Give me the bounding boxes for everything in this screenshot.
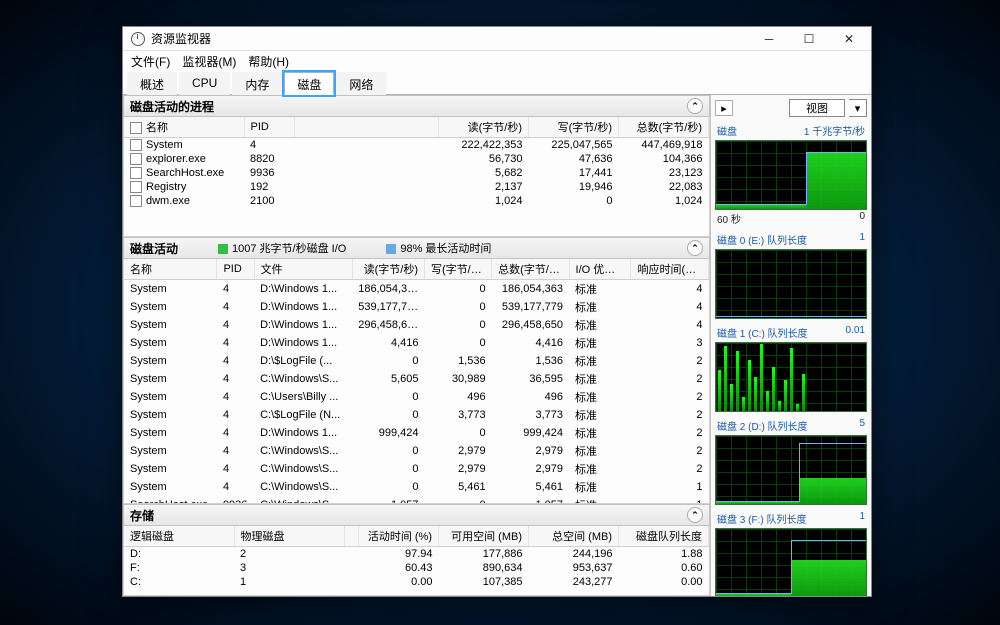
- tabstrip: 概述 CPU 内存 磁盘 网络: [123, 71, 871, 95]
- menu-help[interactable]: 帮助(H): [248, 53, 289, 70]
- col-write[interactable]: 写(字节/秒): [529, 117, 619, 138]
- legend-green-icon: [218, 244, 228, 254]
- col-priority[interactable]: I/O 优先级: [569, 259, 631, 280]
- table-row[interactable]: System4C:\Windows\S...02,9792,979标准2: [124, 460, 709, 478]
- table-row[interactable]: System4D:\Windows 1...186,054,3630186,05…: [124, 280, 709, 299]
- menu-file[interactable]: 文件(F): [131, 53, 170, 70]
- section-activity-title: 磁盘活动: [130, 240, 178, 257]
- mini-chart: 磁盘 0 (E:) 队列长度1: [715, 232, 867, 319]
- mini-chart: 磁盘 1 (C:) 队列长度0.01: [715, 325, 867, 412]
- legend-blue-icon: [386, 244, 396, 254]
- collapse-arrow-icon[interactable]: ▸: [715, 100, 733, 116]
- checkbox-icon[interactable]: [130, 153, 142, 165]
- tab-cpu[interactable]: CPU: [179, 72, 230, 95]
- checkbox-icon[interactable]: [130, 122, 142, 134]
- table-row[interactable]: System4C:\Windows\S...05,4615,461标准1: [124, 478, 709, 496]
- col-total[interactable]: 总数(字节/秒): [619, 117, 709, 138]
- col-name[interactable]: 名称: [124, 117, 244, 138]
- mini-chart: 磁盘 3 (F:) 队列长度1: [715, 511, 867, 596]
- col-pid[interactable]: PID: [217, 259, 254, 280]
- table-row[interactable]: System4D:\$LogFile (...01,5361,536标准2: [124, 352, 709, 370]
- col-file[interactable]: 文件: [254, 259, 352, 280]
- table-row[interactable]: dwm.exe21001,02401,024: [124, 194, 709, 208]
- processes-table: 名称 PID 读(字节/秒) 写(字节/秒) 总数(字节/秒) System42…: [124, 117, 709, 208]
- table-row[interactable]: SearchHost.exe99365,68217,44123,123: [124, 166, 709, 180]
- minimize-button[interactable]: ─: [749, 27, 789, 51]
- col-free[interactable]: 可用空间 (MB): [439, 526, 529, 547]
- table-row[interactable]: System4D:\Windows 1...999,4240999,424标准2: [124, 424, 709, 442]
- col-pid[interactable]: PID: [244, 117, 294, 138]
- window-title: 资源监视器: [151, 30, 211, 47]
- col-read[interactable]: 读(字节/秒): [352, 259, 424, 280]
- tab-overview[interactable]: 概述: [127, 72, 177, 95]
- titlebar[interactable]: 资源监视器 ─ ☐ ✕: [123, 27, 871, 51]
- checkbox-icon[interactable]: [130, 167, 142, 179]
- chevron-up-icon[interactable]: ⌃: [687, 240, 703, 256]
- section-processes-header[interactable]: 磁盘活动的进程 ⌃: [123, 95, 710, 117]
- table-row[interactable]: System4D:\Windows 1...4,41604,416标准3: [124, 334, 709, 352]
- menubar: 文件(F) 监视器(M) 帮助(H): [123, 51, 871, 71]
- col-queue[interactable]: 磁盘队列长度: [619, 526, 709, 547]
- tab-disk[interactable]: 磁盘: [284, 72, 334, 95]
- col-name[interactable]: 名称: [124, 259, 217, 280]
- chevron-up-icon[interactable]: ⌃: [687, 507, 703, 523]
- checkbox-icon[interactable]: [130, 181, 142, 193]
- col-read[interactable]: 读(字节/秒): [439, 117, 529, 138]
- table-row[interactable]: System4C:\$LogFile (N...03,7733,773标准2: [124, 406, 709, 424]
- maximize-button[interactable]: ☐: [789, 27, 829, 51]
- chevron-down-icon[interactable]: ▾: [849, 99, 867, 117]
- close-button[interactable]: ✕: [829, 27, 869, 51]
- section-storage-title: 存储: [130, 507, 154, 524]
- section-processes-title: 磁盘活动的进程: [130, 98, 214, 115]
- col-write[interactable]: 写(字节/秒): [424, 259, 491, 280]
- chevron-up-icon[interactable]: ⌃: [687, 98, 703, 114]
- table-row[interactable]: F:360.43890,634953,6370.60: [124, 561, 709, 575]
- col-physical[interactable]: 物理磁盘: [234, 526, 344, 547]
- activity-table: 名称 PID 文件 读(字节/秒) 写(字节/秒) 总数(字节/秒) I/O 优…: [124, 259, 709, 504]
- section-activity-header[interactable]: 磁盘活动 1007 兆字节/秒磁盘 I/O 98% 最长活动时间 ⌃: [123, 237, 710, 259]
- checkbox-icon[interactable]: [130, 195, 142, 207]
- col-total[interactable]: 总数(字节/秒): [492, 259, 569, 280]
- col-logical[interactable]: 逻辑磁盘: [124, 526, 234, 547]
- table-row[interactable]: Registry1922,13719,94622,083: [124, 180, 709, 194]
- section-storage-header[interactable]: 存储 ⌃: [123, 504, 710, 526]
- checkbox-icon[interactable]: [130, 139, 142, 151]
- tab-network[interactable]: 网络: [336, 72, 386, 95]
- table-row[interactable]: C:10.00107,385243,2770.00: [124, 575, 709, 589]
- tab-memory[interactable]: 内存: [232, 72, 282, 95]
- storage-table: 逻辑磁盘 物理磁盘 活动时间 (%) 可用空间 (MB) 总空间 (MB) 磁盘…: [124, 526, 709, 589]
- table-row[interactable]: System4222,422,353225,047,565447,469,918: [124, 138, 709, 153]
- menu-monitor[interactable]: 监视器(M): [182, 53, 236, 70]
- col-resp[interactable]: 响应时间(ms): [631, 259, 709, 280]
- col-total[interactable]: 总空间 (MB): [529, 526, 619, 547]
- table-row[interactable]: System4C:\Windows\S...02,9792,979标准2: [124, 442, 709, 460]
- charts-pane: ▸ 视图 ▾ 磁盘1 千兆字节/秒 60 秒0 磁盘 0 (E:) 队列长度1 …: [711, 95, 871, 596]
- table-row[interactable]: System4C:\Windows\S...5,60530,98936,595标…: [124, 370, 709, 388]
- table-row[interactable]: SearchHost.exe9936C:\Windows\S...1,05701…: [124, 496, 709, 504]
- table-row[interactable]: System4D:\Windows 1...296,458,6500296,45…: [124, 316, 709, 334]
- table-row[interactable]: System4D:\Windows 1...539,177,7790539,17…: [124, 298, 709, 316]
- table-row[interactable]: explorer.exe882056,73047,636104,366: [124, 152, 709, 166]
- resource-monitor-window: 资源监视器 ─ ☐ ✕ 文件(F) 监视器(M) 帮助(H) 概述 CPU 内存…: [122, 26, 872, 597]
- mini-chart: 磁盘1 千兆字节/秒 60 秒0: [715, 123, 867, 226]
- table-row[interactable]: System4C:\Users\Billy ...0496496标准2: [124, 388, 709, 406]
- col-active[interactable]: 活动时间 (%): [359, 526, 439, 547]
- view-dropdown[interactable]: 视图: [789, 99, 845, 117]
- app-icon: [131, 32, 145, 46]
- mini-chart: 磁盘 2 (D:) 队列长度5: [715, 418, 867, 505]
- table-row[interactable]: D:297.94177,886244,1961.88: [124, 547, 709, 562]
